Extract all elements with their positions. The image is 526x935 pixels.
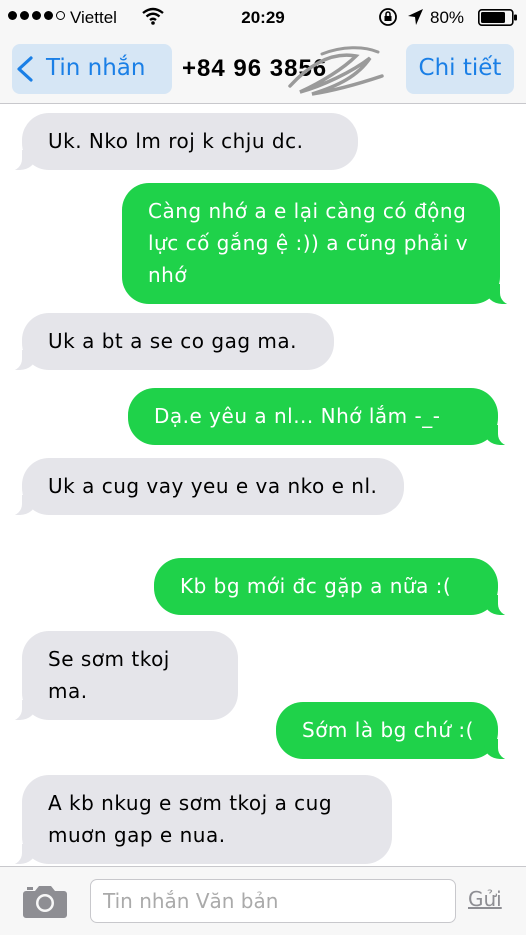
message-bubble-incoming[interactable]: Uk. Nko lm roj k chju dc. (10, 113, 358, 171)
send-button[interactable]: Gửi (468, 887, 502, 911)
back-button[interactable]: Tin nhắn (12, 44, 172, 94)
details-button[interactable]: Chi tiết (406, 44, 514, 94)
message-bubble-incoming[interactable]: A kb nkug e sơm tkoj a cug muơn gap e nu… (10, 775, 392, 865)
message-bubble-incoming[interactable]: Uk a cug vay yeu e va nko e nl. (10, 458, 404, 516)
message-bubble-outgoing[interactable]: Dạ.e yêu a nl... Nhớ lắm -_- (128, 388, 510, 446)
message-bubble-incoming[interactable]: Uk a bt a se co gag ma. (10, 313, 334, 371)
message-text: Kb bg mới đc gặp a nữa :( (180, 574, 452, 598)
message-text: Uk. Nko lm roj k chju dc. (48, 129, 304, 153)
message-list: Uk. Nko lm roj k chju dc. Càng nhớ a e l… (0, 105, 526, 865)
battery-icon (478, 9, 517, 26)
message-text: Sớm là bg chứ :( (302, 718, 474, 742)
composer-bar: Gửi (0, 866, 526, 935)
camera-icon[interactable] (22, 883, 68, 919)
redaction-scribble (288, 46, 384, 96)
nav-bar: Tin nhắn +84 96 3856 Chi tiết (0, 36, 526, 104)
message-input[interactable] (90, 879, 456, 923)
battery-percent: 80% (430, 8, 465, 27)
back-label: Tin nhắn (46, 55, 146, 81)
message-bubble-outgoing[interactable]: Kb bg mới đc gặp a nữa :( (154, 558, 510, 616)
message-text: Uk a cug vay yeu e va nko e nl. (48, 474, 378, 498)
message-text: Dạ.e yêu a nl... Nhớ lắm -_- (154, 404, 441, 428)
message-text: A kb nkug e sơm tkoj a cug muơn gap e nu… (48, 791, 333, 847)
rotation-lock-icon (379, 8, 397, 26)
message-text: Se sơm tkoj ma. (48, 647, 170, 703)
status-bar: Viettel 20:29 80% (0, 0, 526, 36)
details-label: Chi tiết (418, 55, 502, 81)
message-bubble-outgoing[interactable]: Sớm là bg chứ :( (276, 702, 510, 760)
location-icon (408, 9, 423, 25)
message-text: Uk a bt a se co gag ma. (48, 329, 297, 353)
message-text: Càng nhớ a e lại càng có động lực cố gắn… (148, 199, 469, 287)
message-bubble-outgoing[interactable]: Càng nhớ a e lại càng có động lực cố gắn… (122, 183, 512, 305)
message-bubble-incoming[interactable]: Se sơm tkoj ma. (10, 631, 238, 721)
chevron-left-icon (17, 56, 33, 82)
